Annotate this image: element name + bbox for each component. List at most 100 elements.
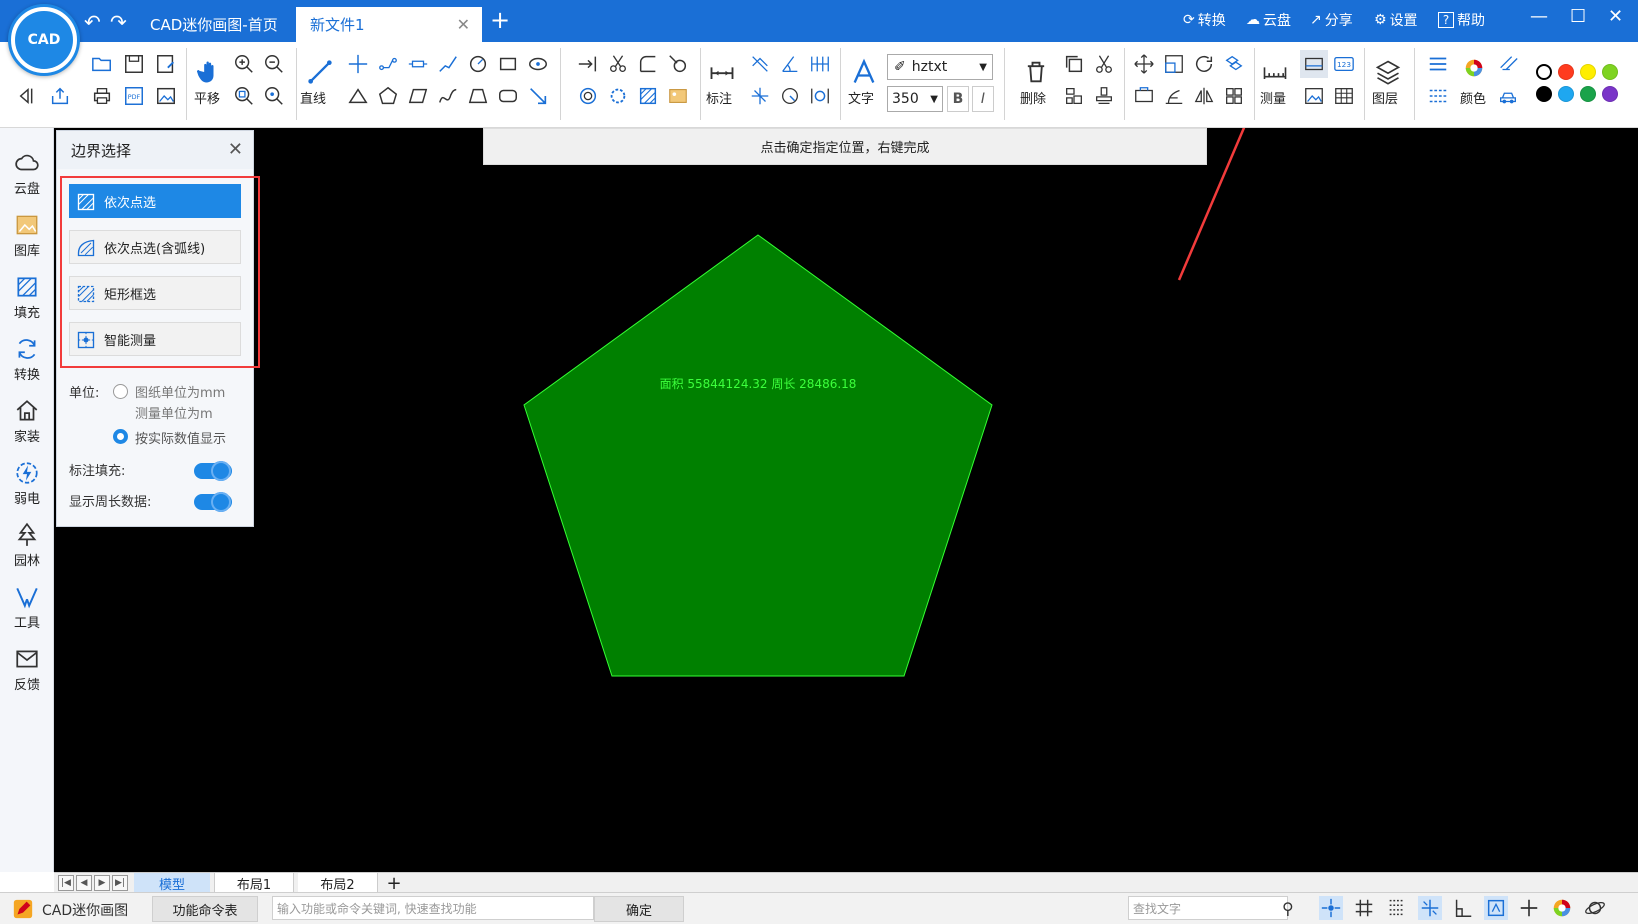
- font-size-select[interactable]: 350 ▼: [887, 86, 943, 112]
- perimeter-toggle[interactable]: [194, 492, 232, 512]
- menu-settings[interactable]: ⚙ 设置: [1374, 10, 1418, 30]
- radius-dim-icon[interactable]: [746, 82, 774, 110]
- rectangle-icon[interactable]: [494, 50, 522, 78]
- curve-icon[interactable]: [434, 82, 462, 110]
- explode-icon[interactable]: [1160, 82, 1188, 110]
- add-layout-button[interactable]: +: [384, 873, 404, 894]
- stretch-icon[interactable]: [1130, 82, 1158, 110]
- color-wheel-icon[interactable]: [1460, 54, 1488, 82]
- car-icon[interactable]: [1494, 82, 1522, 110]
- close-tab-icon[interactable]: ✕: [457, 15, 470, 34]
- spline-icon[interactable]: [434, 50, 462, 78]
- undo-icon[interactable]: ↶: [84, 10, 101, 34]
- line-icon[interactable]: [302, 54, 338, 90]
- sidebar-item-low-voltage[interactable]: 弱电: [0, 460, 54, 507]
- color-swatch[interactable]: [1558, 64, 1574, 80]
- table-icon[interactable]: [1330, 82, 1358, 110]
- back-icon[interactable]: [14, 82, 42, 110]
- zoom-window-icon[interactable]: [230, 82, 258, 110]
- menu-share[interactable]: ↗ 分享: [1310, 10, 1353, 30]
- multiline-icon[interactable]: [374, 50, 402, 78]
- annotate-icon[interactable]: [704, 54, 740, 90]
- color-wheel-icon[interactable]: [1550, 896, 1574, 920]
- radio-actual-value[interactable]: [113, 429, 128, 444]
- layers-icon[interactable]: [1370, 54, 1406, 90]
- sidebar-item-feedback[interactable]: 反馈: [0, 646, 54, 693]
- menu-convert[interactable]: ⟳ 转换: [1183, 10, 1226, 30]
- layout-tab-model[interactable]: 模型: [134, 873, 210, 893]
- search-icon[interactable]: ⚲: [1282, 899, 1294, 918]
- last-layout-icon[interactable]: ▶|: [112, 875, 128, 891]
- hand-icon[interactable]: [192, 54, 228, 90]
- aligned-dim-icon[interactable]: [746, 50, 774, 78]
- app-logo[interactable]: CAD: [8, 4, 80, 76]
- fillet-icon[interactable]: [634, 50, 662, 78]
- picture-icon[interactable]: [1300, 82, 1328, 110]
- bold-button[interactable]: B: [947, 86, 969, 112]
- maximize-icon[interactable]: ☐: [1570, 6, 1586, 27]
- menu-cloud[interactable]: ☁ 云盘: [1246, 10, 1291, 30]
- copy-icon[interactable]: [1060, 50, 1088, 78]
- layout-tab-2[interactable]: 布局2: [298, 873, 378, 893]
- first-layout-icon[interactable]: |◀: [58, 875, 74, 891]
- planet-icon[interactable]: [1583, 896, 1607, 920]
- polyline-icon[interactable]: [344, 50, 372, 78]
- print-icon[interactable]: [88, 82, 116, 110]
- confirm-button[interactable]: 确定: [594, 896, 684, 922]
- angle-dim-icon[interactable]: [776, 50, 804, 78]
- tab-new-file[interactable]: 新文件1 ✕: [296, 7, 482, 42]
- triangle-icon[interactable]: [344, 82, 372, 110]
- menu-help[interactable]: ? 帮助: [1438, 10, 1485, 30]
- pdf-icon[interactable]: PDF: [120, 82, 148, 110]
- rotate-icon[interactable]: [1190, 50, 1218, 78]
- next-layout-icon[interactable]: ▶: [94, 875, 110, 891]
- search-text-input[interactable]: 查找文字: [1128, 896, 1288, 920]
- insert-image-icon[interactable]: [664, 82, 692, 110]
- prev-layout-icon[interactable]: ◀: [76, 875, 92, 891]
- array-icon[interactable]: [1220, 50, 1248, 78]
- crosshair-icon[interactable]: [1517, 896, 1541, 920]
- trash-icon[interactable]: [1018, 54, 1054, 90]
- save-as-icon[interactable]: [152, 50, 180, 78]
- move-icon[interactable]: [1130, 50, 1158, 78]
- measure-area-icon[interactable]: [1300, 50, 1328, 78]
- scale-icon[interactable]: [1160, 50, 1188, 78]
- open-folder-icon[interactable]: [88, 50, 116, 78]
- font-select[interactable]: ✐ hztxt ▼: [887, 54, 993, 80]
- upload-icon[interactable]: [46, 82, 74, 110]
- continuous-dim-icon[interactable]: [806, 50, 834, 78]
- dim-settings-icon[interactable]: [806, 82, 834, 110]
- sidebar-item-gallery[interactable]: 图库: [0, 212, 54, 259]
- trapezoid-icon[interactable]: [464, 82, 492, 110]
- snap-icon[interactable]: [1319, 896, 1343, 920]
- offset-icon[interactable]: [574, 82, 602, 110]
- close-window-icon[interactable]: ✕: [1608, 6, 1623, 27]
- sidebar-item-convert[interactable]: 转换: [0, 336, 54, 383]
- parallelogram-icon[interactable]: [404, 82, 432, 110]
- zoom-extents-icon[interactable]: [260, 82, 288, 110]
- color-swatch[interactable]: [1602, 86, 1618, 102]
- color-swatch[interactable]: [1580, 86, 1596, 102]
- fill-toggle[interactable]: [194, 461, 232, 481]
- mirror-icon[interactable]: [1190, 82, 1218, 110]
- ortho-icon[interactable]: [1418, 896, 1442, 920]
- scissors-icon[interactable]: [1090, 50, 1118, 78]
- circle-icon[interactable]: [464, 50, 492, 78]
- zoom-in-icon[interactable]: [230, 50, 258, 78]
- color-swatch[interactable]: [1580, 64, 1596, 80]
- dot-grid-icon[interactable]: [1385, 896, 1409, 920]
- diameter-dim-icon[interactable]: [776, 82, 804, 110]
- command-table-button[interactable]: 功能命令表: [152, 896, 258, 922]
- pentagon-icon[interactable]: [374, 82, 402, 110]
- rounded-rect-icon[interactable]: [494, 82, 522, 110]
- color-swatch[interactable]: [1536, 86, 1552, 102]
- line-weight-icon[interactable]: [1424, 50, 1452, 78]
- color-swatch[interactable]: [1536, 64, 1552, 80]
- stamp-icon[interactable]: [1090, 82, 1118, 110]
- block-icon[interactable]: [1060, 82, 1088, 110]
- image-export-icon[interactable]: [152, 82, 180, 110]
- sidebar-item-home-deco[interactable]: 家装: [0, 398, 54, 445]
- command-input[interactable]: 输入功能或命令关键词, 快速查找功能: [272, 896, 594, 920]
- link-icon[interactable]: [1494, 50, 1522, 78]
- measure-icon[interactable]: [1257, 54, 1293, 90]
